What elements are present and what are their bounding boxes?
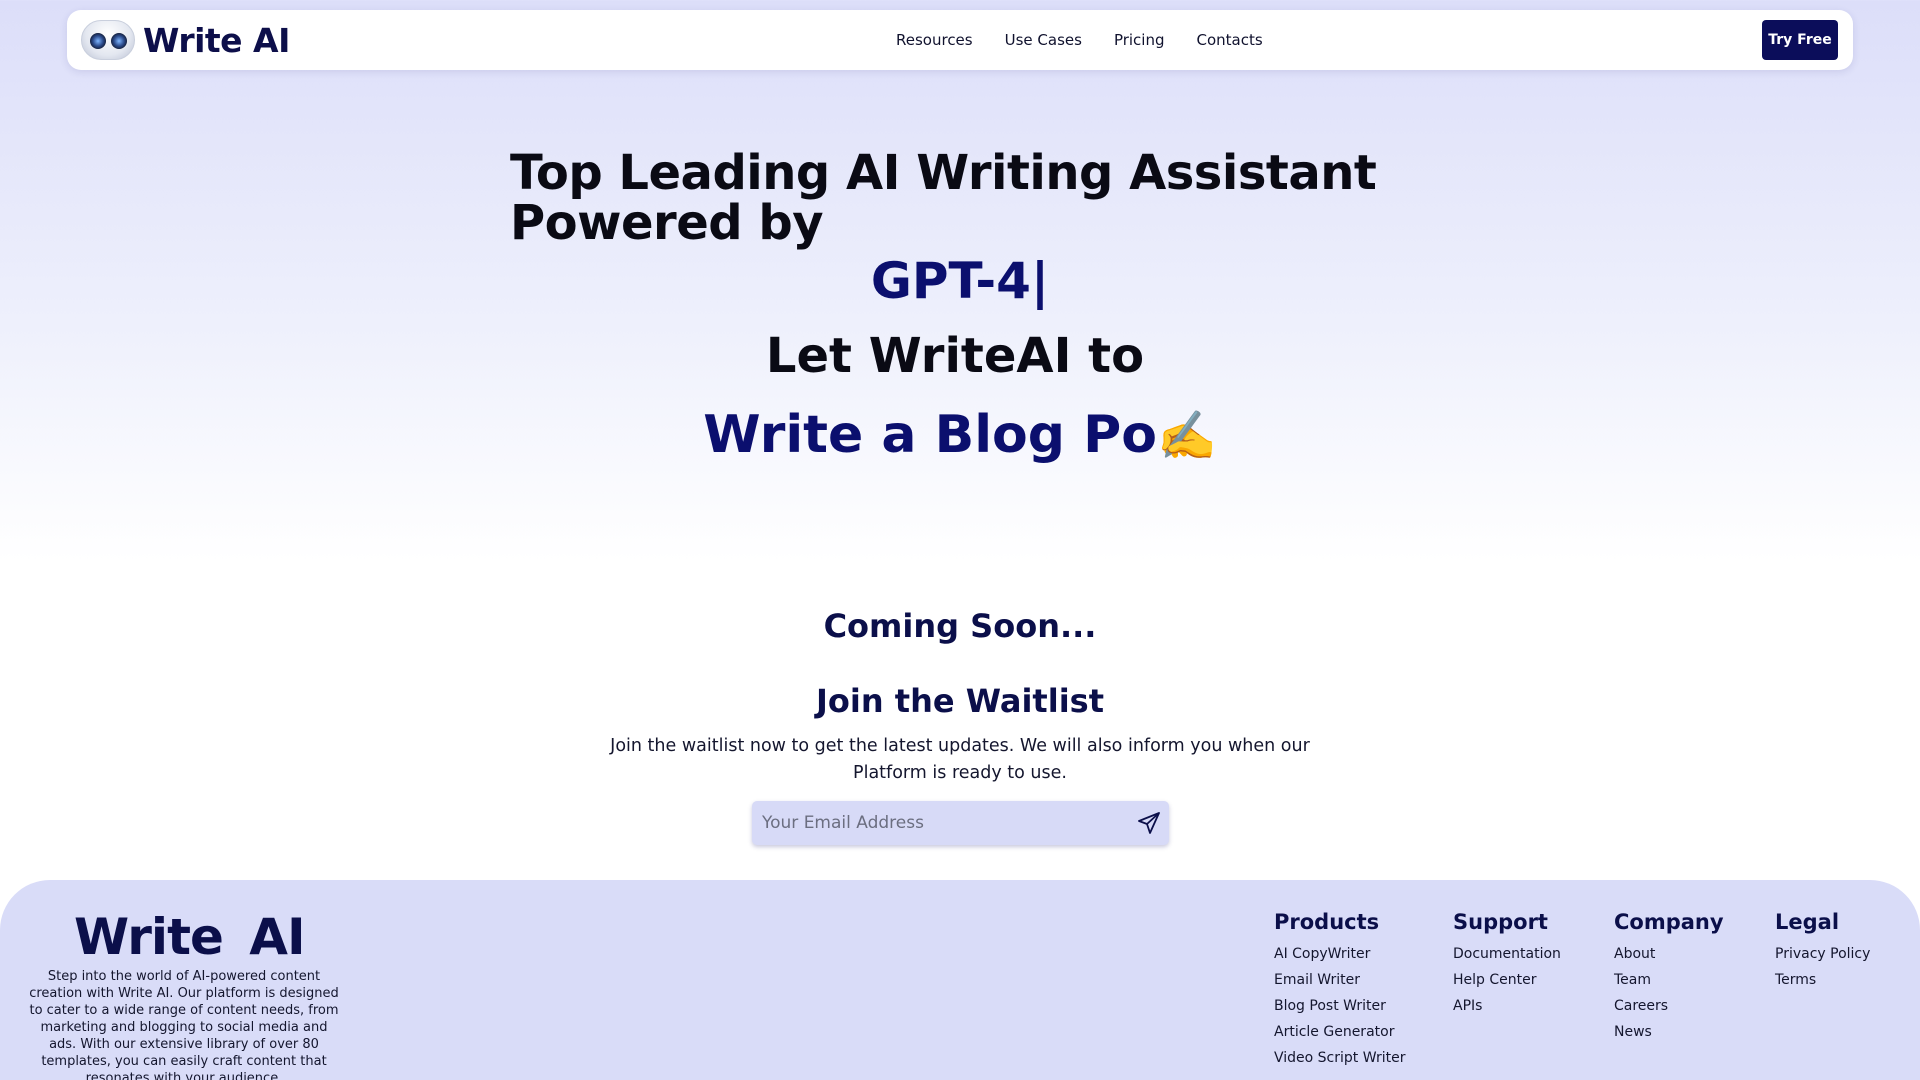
try-free-button[interactable]: Try Free — [1762, 20, 1838, 60]
footer-link-ai-copywriter[interactable]: AI CopyWriter — [1274, 941, 1405, 967]
nav-link-contacts[interactable]: Contacts — [1197, 31, 1263, 49]
typing-text-line: Write a Blog Po✍️ — [0, 405, 1920, 465]
footer-description: Step into the world of AI-powered conten… — [29, 969, 339, 1080]
nav-link-use-cases[interactable]: Use Cases — [1005, 31, 1082, 49]
footer-heading-legal: Legal — [1775, 910, 1840, 934]
logo-text: Write AI — [143, 20, 290, 60]
footer-link-careers[interactable]: Careers — [1614, 993, 1724, 1019]
footer-link-about[interactable]: About — [1614, 941, 1724, 967]
footer-heading-company: Company — [1614, 910, 1724, 934]
robot-logo-icon — [81, 20, 135, 60]
footer-column-company: Company About Team Careers News — [1614, 910, 1724, 1045]
footer-link-terms[interactable]: Terms — [1775, 967, 1870, 993]
rotating-model-text: GPT-4| — [870, 252, 1050, 310]
footer-link-help-center[interactable]: Help Center — [1453, 967, 1561, 993]
typing-text: Write a Blog Po — [703, 405, 1157, 465]
nav-link-resources[interactable]: Resources — [896, 31, 973, 49]
hero-title: Top Leading AI Writing Assistant Powered… — [510, 145, 1377, 251]
coming-soon-heading: Coming Soon... — [823, 607, 1097, 645]
main-menu: Resources Use Cases Pricing Contacts — [896, 10, 1295, 70]
footer-link-video-script-writer[interactable]: Video Script Writer — [1274, 1045, 1405, 1071]
footer-link-email-writer[interactable]: Email Writer — [1274, 967, 1405, 993]
paper-plane-icon — [1138, 812, 1160, 834]
footer: Write AI Step into the world of AI-power… — [0, 880, 1920, 1080]
footer-logo[interactable]: Write AI — [74, 908, 306, 966]
footer-heading-support: Support — [1453, 910, 1548, 934]
footer-column-support: Support Documentation Help Center APIs — [1453, 910, 1561, 1019]
email-input[interactable] — [752, 801, 1129, 845]
footer-link-news[interactable]: News — [1614, 1019, 1724, 1045]
waitlist-description: Join the waitlist now to get the latest … — [610, 736, 1310, 783]
waitlist-title: Join the Waitlist — [816, 682, 1104, 720]
footer-link-privacy-policy[interactable]: Privacy Policy — [1775, 941, 1870, 967]
waitlist-form — [752, 801, 1169, 845]
navbar: Write AI Resources Use Cases Pricing Con… — [67, 10, 1853, 70]
footer-link-apis[interactable]: APIs — [1453, 993, 1561, 1019]
footer-column-legal: Legal Privacy Policy Terms — [1775, 910, 1870, 993]
hero-subheading: Let WriteAI to — [765, 328, 1145, 384]
footer-heading-products: Products — [1274, 910, 1380, 934]
footer-link-blog-post-writer[interactable]: Blog Post Writer — [1274, 993, 1405, 1019]
footer-link-team[interactable]: Team — [1614, 967, 1724, 993]
writing-hand-icon: ✍️ — [1156, 408, 1217, 464]
footer-link-documentation[interactable]: Documentation — [1453, 941, 1561, 967]
footer-link-article-generator[interactable]: Article Generator — [1274, 1019, 1405, 1045]
submit-email-button[interactable] — [1129, 803, 1169, 843]
logo[interactable]: Write AI — [81, 19, 290, 61]
nav-link-pricing[interactable]: Pricing — [1114, 31, 1165, 49]
footer-column-products: Products AI CopyWriter Email Writer Blog… — [1274, 910, 1405, 1071]
